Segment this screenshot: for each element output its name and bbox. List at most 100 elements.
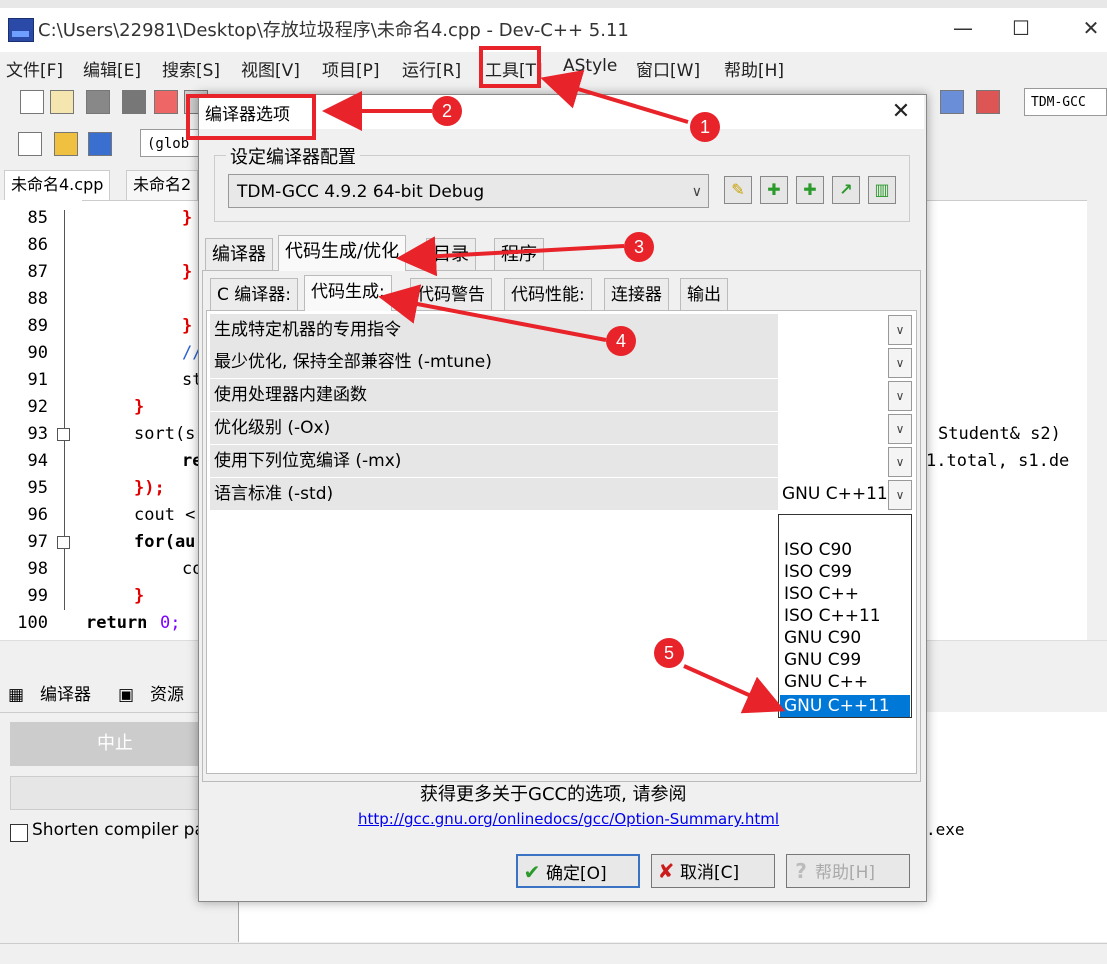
line-number: 94 bbox=[27, 451, 48, 471]
menu-edit[interactable]: 编辑[E] bbox=[83, 56, 141, 81]
edit-config-icon[interactable]: ↗ bbox=[832, 176, 860, 204]
subtab-c-compiler[interactable]: C 编译器: bbox=[210, 278, 299, 310]
rename-config-icon[interactable]: ✎ bbox=[724, 176, 752, 204]
abort-button[interactable]: 中止 bbox=[10, 722, 220, 766]
std-option[interactable]: ISO C++ bbox=[780, 583, 910, 605]
std-option[interactable]: ISO C++11 bbox=[780, 605, 910, 627]
line-number: 97 bbox=[27, 532, 48, 552]
add-config-icon[interactable]: ✚ bbox=[760, 176, 788, 204]
line-number: 100 bbox=[17, 613, 48, 633]
line-number: 99 bbox=[27, 586, 48, 606]
menu-help[interactable]: 帮助[H] bbox=[724, 56, 784, 81]
std-option[interactable]: ISO C90 bbox=[780, 539, 910, 561]
std-option-selected[interactable]: GNU C++11 bbox=[780, 695, 910, 717]
line-number: 92 bbox=[27, 397, 48, 417]
tab-file-4[interactable]: 未命名4.cpp bbox=[4, 170, 111, 201]
menu-search[interactable]: 搜索[S] bbox=[162, 56, 220, 81]
editor-vertical-scrollbar[interactable] bbox=[1087, 200, 1107, 640]
indent-icon[interactable] bbox=[18, 132, 42, 156]
cancel-button[interactable]: ✘ 取消[C] bbox=[651, 854, 775, 888]
std-option[interactable]: GNU C90 bbox=[780, 627, 910, 649]
menu-run[interactable]: 运行[R] bbox=[402, 56, 461, 81]
chart-icon[interactable] bbox=[940, 90, 964, 114]
help-label: 帮助[H] bbox=[815, 863, 876, 883]
close-button[interactable]: ✕ bbox=[1076, 14, 1106, 42]
tab-compiler[interactable]: 编译器 bbox=[40, 680, 91, 710]
line-number: 93 bbox=[27, 424, 48, 444]
std-option[interactable]: ISO C99 bbox=[780, 561, 910, 583]
chevron-down-icon[interactable]: ∨ bbox=[888, 447, 912, 477]
std-option[interactable] bbox=[780, 517, 910, 539]
dialog-close-icon[interactable]: ✕ bbox=[886, 99, 916, 125]
save-all-icon[interactable] bbox=[122, 90, 146, 114]
close-file-icon[interactable] bbox=[154, 90, 178, 114]
tab-compiler-settings[interactable]: 编译器 bbox=[205, 238, 273, 270]
annotation-badge-4: 4 bbox=[606, 326, 636, 356]
line-number: 88 bbox=[27, 289, 48, 309]
line-number: 87 bbox=[27, 262, 48, 282]
tab-file-2[interactable]: 未命名2 bbox=[126, 170, 199, 201]
config-group-label: 设定编译器配置 bbox=[226, 143, 360, 169]
bookmark-icon[interactable] bbox=[88, 132, 112, 156]
tab-resources-icon: ▣ bbox=[118, 685, 135, 705]
open-file-icon[interactable] bbox=[50, 90, 74, 114]
copy-config-icon[interactable]: ✚ bbox=[796, 176, 824, 204]
subtab-linker[interactable]: 连接器 bbox=[604, 278, 669, 310]
delete-profile-icon[interactable] bbox=[976, 90, 1000, 114]
fold-toggle[interactable] bbox=[57, 536, 70, 549]
tab-programs[interactable]: 程序 bbox=[494, 238, 544, 270]
subtab-profiling[interactable]: 代码性能: bbox=[504, 278, 592, 310]
taskbar-strip bbox=[0, 0, 1107, 8]
gcc-docs-link[interactable]: http://gcc.gnu.org/onlinedocs/gcc/Option… bbox=[358, 810, 779, 828]
menu-astyle[interactable]: AStyle bbox=[563, 56, 617, 76]
save-icon[interactable] bbox=[86, 90, 110, 114]
compiler-config-select[interactable]: TDM-GCC 4.9.2 64-bit Debug ∨ bbox=[228, 174, 709, 208]
delete-config-icon[interactable]: ▥ bbox=[868, 176, 896, 204]
shorten-paths-checkbox[interactable] bbox=[10, 824, 28, 842]
option-label: 优化级别 (-Ox) bbox=[210, 412, 778, 444]
maximize-button[interactable]: ☐ bbox=[1006, 14, 1036, 42]
std-dropdown-list: ISO C90 ISO C99 ISO C++ ISO C++11 GNU C9… bbox=[778, 514, 912, 718]
chevron-down-icon[interactable]: ∨ bbox=[888, 315, 912, 345]
chevron-down-icon[interactable]: ∨ bbox=[888, 480, 912, 510]
tab-directories[interactable]: 目录 bbox=[426, 238, 476, 270]
line-number: 96 bbox=[27, 505, 48, 525]
annotation-badge-5: 5 bbox=[654, 638, 684, 668]
option-value bbox=[778, 314, 888, 346]
code-token: sort(s bbox=[134, 424, 196, 444]
option-label: 使用下列位宽编译 (-mx) bbox=[210, 445, 778, 477]
add-icon[interactable] bbox=[54, 132, 78, 156]
subtab-output[interactable]: 输出 bbox=[680, 278, 728, 310]
line-number: 89 bbox=[27, 316, 48, 336]
chevron-down-icon[interactable]: ∨ bbox=[888, 414, 912, 444]
code-token: } bbox=[134, 586, 145, 606]
progress-bar bbox=[10, 776, 220, 810]
help-button[interactable]: ? 帮助[H] bbox=[786, 854, 910, 888]
status-bar bbox=[0, 943, 1107, 964]
subtab-codegen[interactable]: 代码生成: bbox=[304, 275, 392, 311]
menu-file[interactable]: 文件[F] bbox=[6, 56, 63, 81]
code-token: } bbox=[134, 397, 145, 417]
std-option[interactable]: GNU C99 bbox=[780, 649, 910, 671]
ok-button[interactable]: ✔ 确定[O] bbox=[516, 854, 640, 888]
code-token: 1.total, s1.de bbox=[926, 451, 1070, 471]
tab-resources[interactable]: 资源 bbox=[150, 680, 184, 710]
option-value bbox=[778, 379, 888, 411]
tab-codegen-optimization[interactable]: 代码生成/优化 bbox=[278, 235, 407, 271]
option-label: 生成特定机器的专用指令 bbox=[210, 314, 778, 346]
line-number: 90 bbox=[27, 343, 48, 363]
chevron-down-icon[interactable]: ∨ bbox=[888, 381, 912, 411]
menu-window[interactable]: 窗口[W] bbox=[636, 56, 700, 81]
compiler-dropdown[interactable]: TDM-GCC bbox=[1024, 88, 1107, 116]
chevron-down-icon[interactable]: ∨ bbox=[888, 348, 912, 378]
new-file-icon[interactable] bbox=[20, 90, 44, 114]
fold-toggle[interactable] bbox=[57, 428, 70, 441]
code-token: 0; bbox=[160, 613, 181, 633]
minimize-button[interactable]: — bbox=[948, 14, 978, 42]
std-option[interactable]: GNU C++ bbox=[780, 671, 910, 693]
line-number: 91 bbox=[27, 370, 48, 390]
menu-project[interactable]: 项目[P] bbox=[322, 56, 380, 81]
subtab-warnings[interactable]: 代码警告 bbox=[410, 278, 492, 310]
menu-view[interactable]: 视图[V] bbox=[241, 56, 300, 81]
annotation-badge-1: 1 bbox=[690, 112, 720, 142]
